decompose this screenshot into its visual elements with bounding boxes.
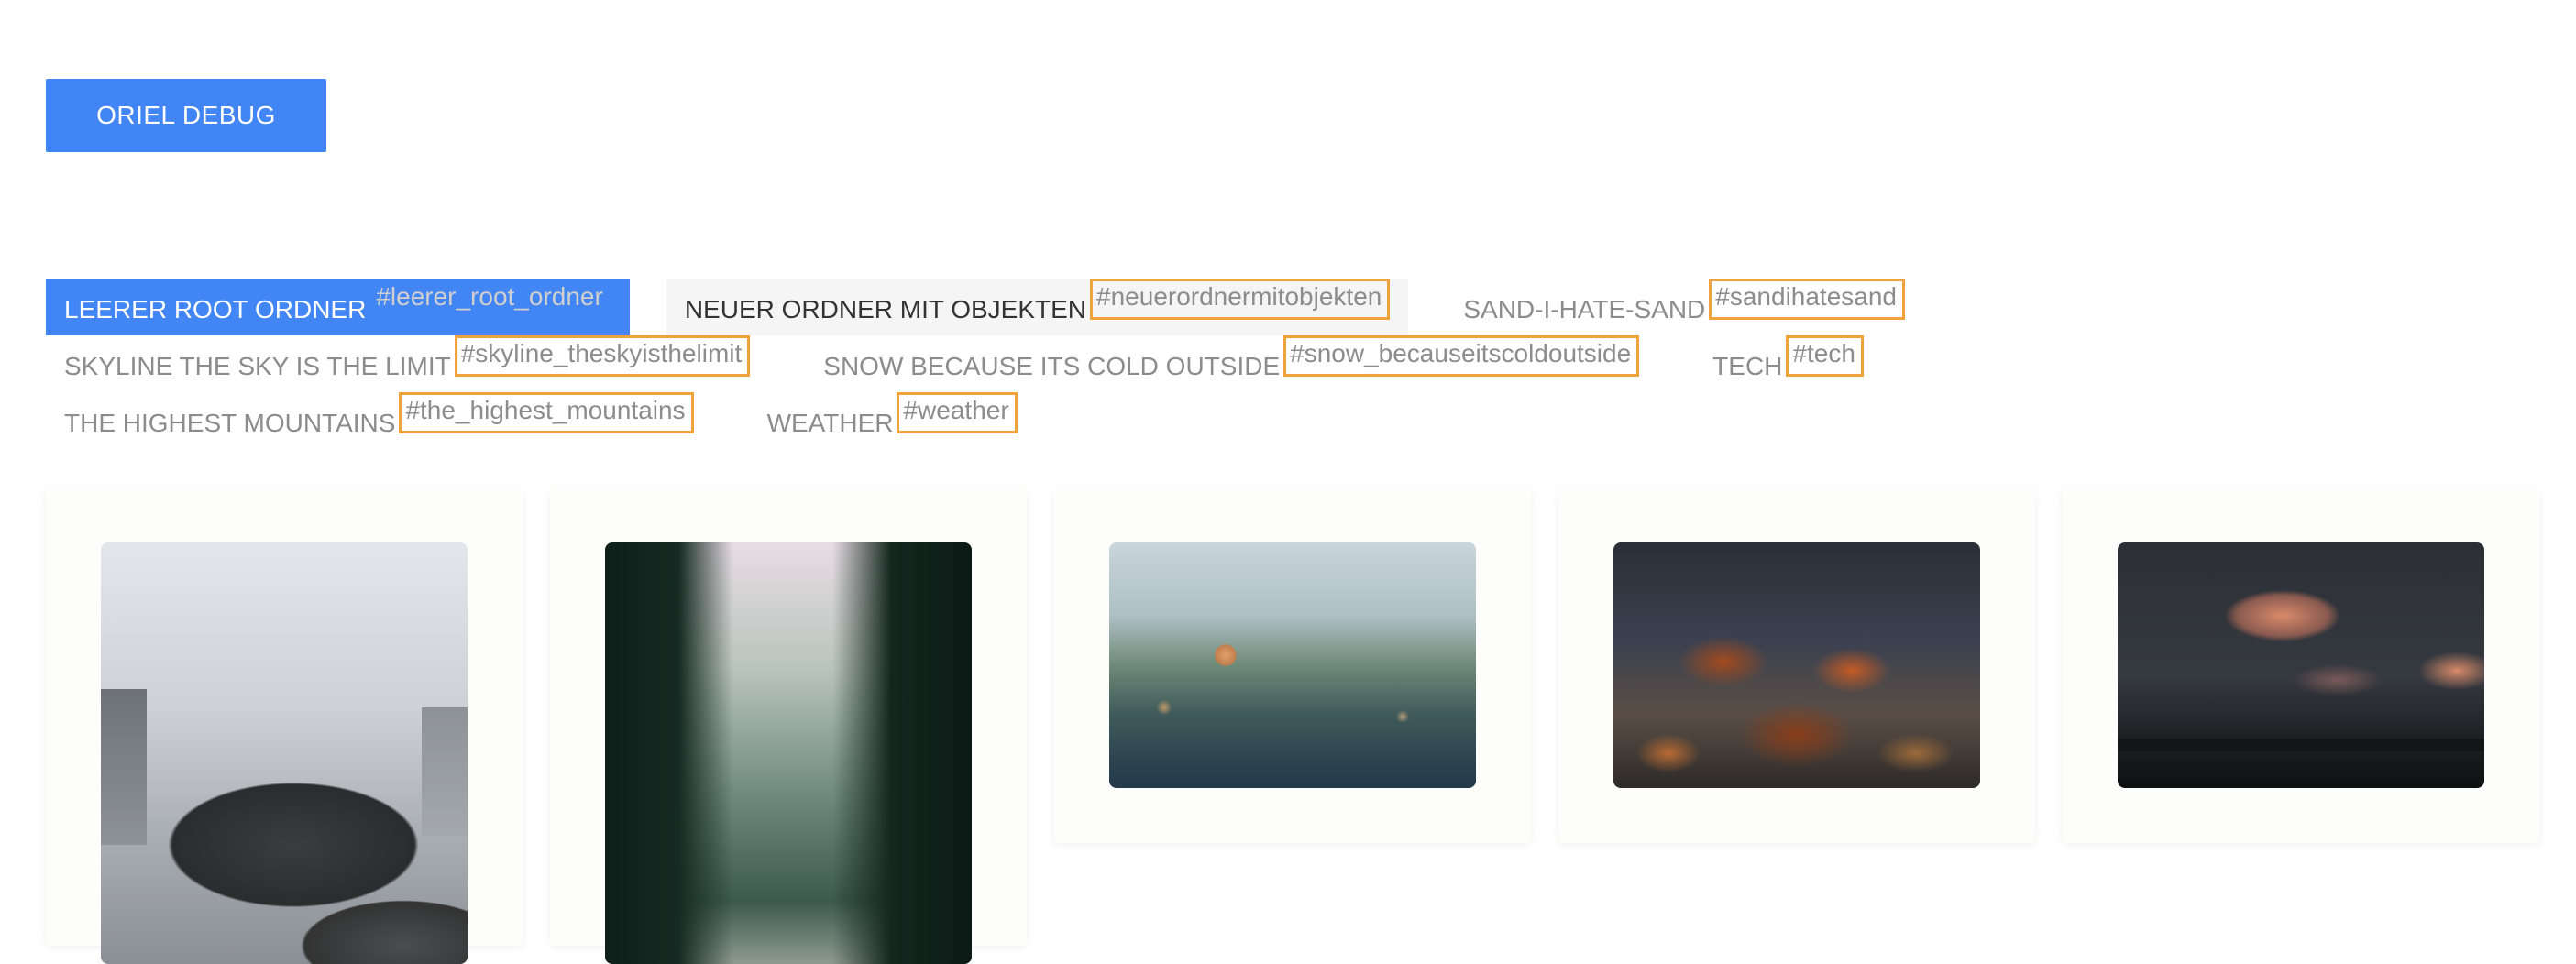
folder-row: THE HIGHEST MOUNTAINS #the_highest_mount… (46, 392, 1036, 447)
folder-item-neuer-ordner-mit-objekten[interactable]: NEUER ORDNER MIT OBJEKTEN #neuerordnermi… (666, 279, 1409, 335)
folder-name: SKYLINE THE SKY IS THE LIMIT (64, 352, 451, 380)
folder-tag: #leerer_root_ordner (376, 282, 603, 311)
folder-tag: #the_highest_mountains (399, 392, 694, 433)
folder-item-leerer-root-ordner[interactable]: LEERER ROOT ORDNER #leerer_root_ordner (46, 279, 630, 335)
folder-row: LEERER ROOT ORDNER #leerer_root_ordner N… (46, 279, 1923, 335)
autumn-leaves-water-photo (1613, 542, 1980, 788)
folder-item-tech[interactable]: TECH #tech (1694, 335, 1882, 392)
folder-item-weather[interactable]: WEATHER #weather (749, 392, 1036, 449)
folder-name: TECH (1712, 352, 1783, 380)
folder-item-skyline-the-sky-is-the-limit[interactable]: SKYLINE THE SKY IS THE LIMIT #skyline_th… (46, 335, 768, 392)
image-card[interactable] (46, 487, 523, 964)
foggy-forest-photo (605, 542, 972, 964)
folder-name: LEERER ROOT ORDNER (64, 295, 367, 323)
folder-item-snow-because-its-cold-outside[interactable]: SNOW BECAUSE ITS COLD OUTSIDE #snow_beca… (805, 335, 1657, 392)
folder-row: SKYLINE THE SKY IS THE LIMIT #skyline_th… (46, 335, 1882, 390)
folder-name: SNOW BECAUSE ITS COLD OUTSIDE (823, 352, 1281, 380)
folder-tag: #snow_becauseitscoldoutside (1283, 335, 1640, 377)
umbrella-rain-photo (101, 542, 468, 964)
image-card[interactable] (550, 487, 1027, 964)
folder-item-sand-i-hate-sand[interactable]: SAND-I-HATE-SAND #sandihatesand (1445, 279, 1923, 335)
image-card[interactable] (1558, 487, 2035, 843)
oriel-debug-button[interactable]: ORIEL DEBUG (46, 79, 326, 152)
folder-tag: #tech (1786, 335, 1864, 377)
folder-tag: #weather (897, 392, 1018, 433)
folder-name: NEUER ORDNER MIT OBJEKTEN (684, 295, 1087, 323)
sunset-clouds-photo (2118, 542, 2484, 788)
rain-window-photo (1109, 542, 1476, 788)
folder-name: SAND-I-HATE-SAND (1463, 295, 1706, 323)
image-card[interactable] (2063, 487, 2539, 843)
folder-tag: #skyline_theskyisthelimit (454, 335, 751, 377)
image-grid (46, 487, 2539, 964)
image-card[interactable] (1054, 487, 1531, 843)
folder-name: WEATHER (766, 409, 894, 437)
folder-tag: #sandihatesand (1709, 279, 1906, 320)
folder-tag: #neuerordnermitobjekten (1090, 279, 1391, 320)
folder-item-the-highest-mountains[interactable]: THE HIGHEST MOUNTAINS #the_highest_mount… (46, 392, 712, 449)
folder-name: THE HIGHEST MOUNTAINS (64, 409, 396, 437)
